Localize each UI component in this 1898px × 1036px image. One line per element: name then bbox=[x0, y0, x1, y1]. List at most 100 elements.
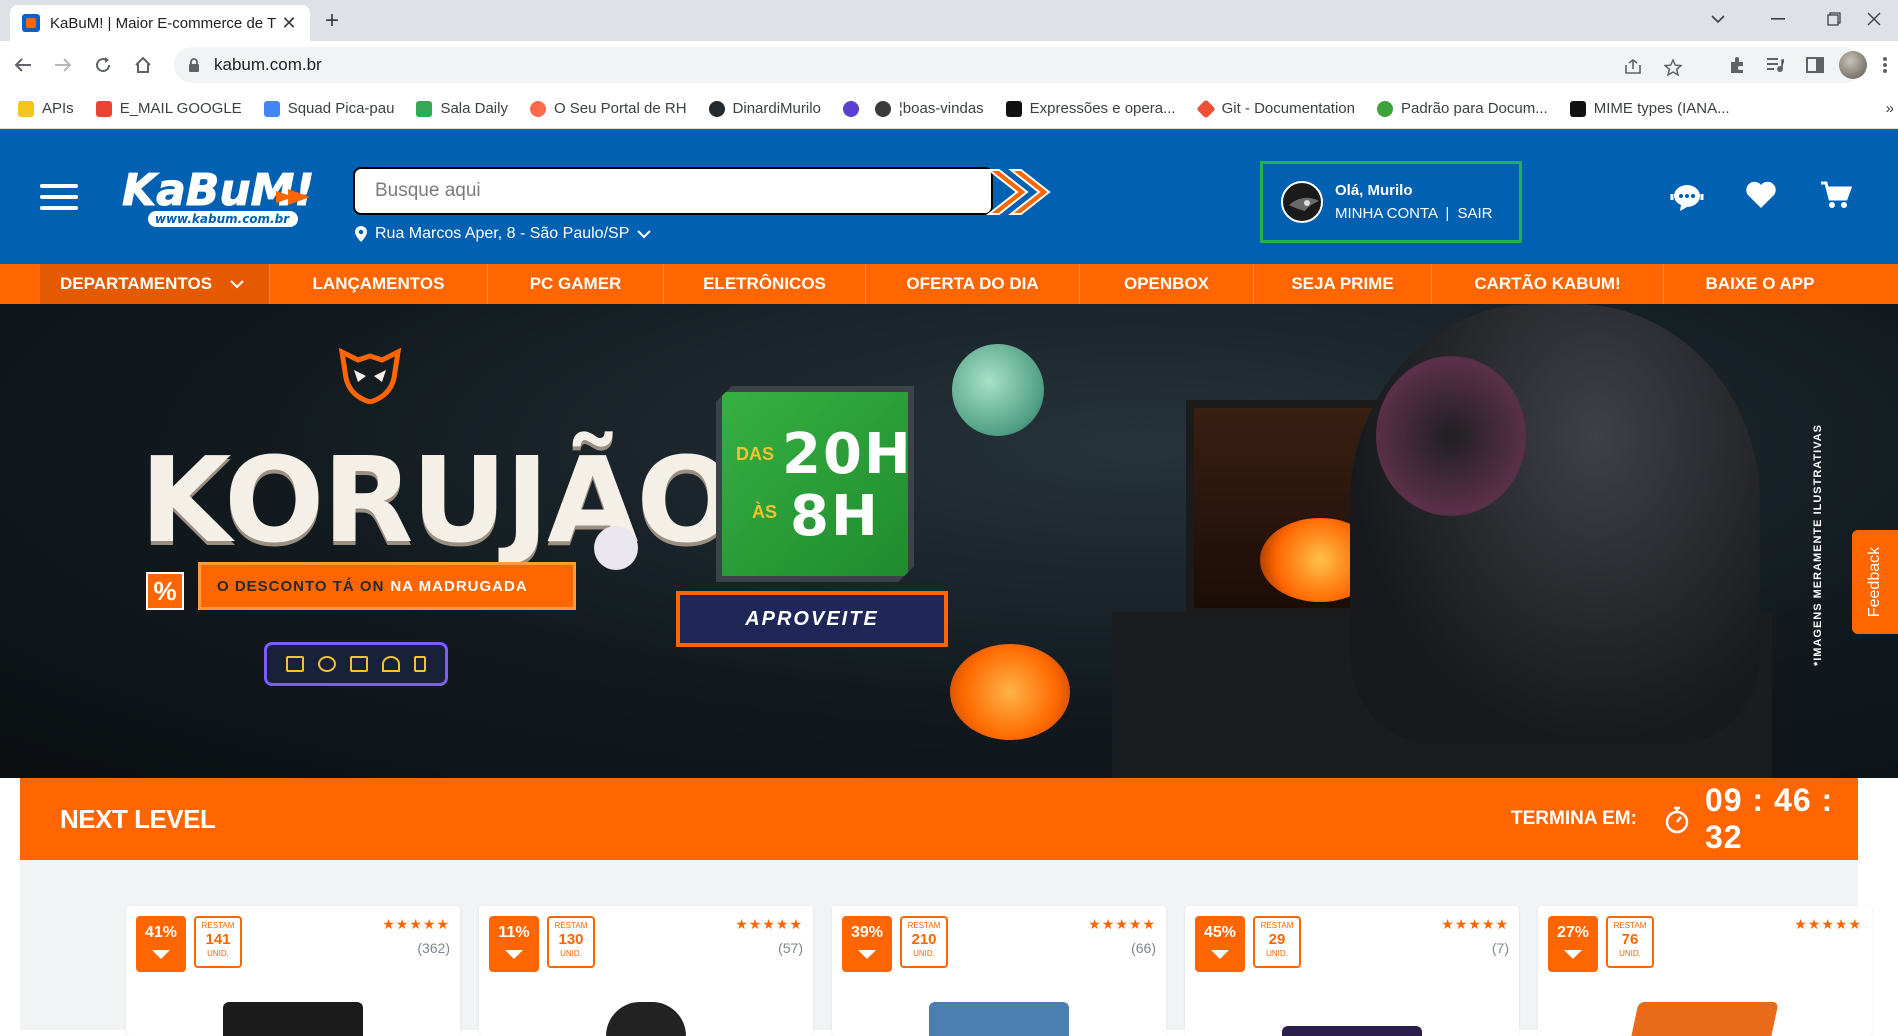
offer-header: NEXT LEVEL TERMINA EM: 09 : 46 : 32 bbox=[20, 778, 1858, 860]
cart-icon[interactable] bbox=[1820, 180, 1854, 214]
git-icon bbox=[1195, 98, 1216, 119]
subtitle-bold: O DESCONTO TÁ ON bbox=[217, 577, 385, 595]
address-bar[interactable]: kabum.com.br bbox=[174, 47, 1862, 83]
product-card[interactable]: 39% RESTAM 210 UNID. ★★★★★ (66) bbox=[832, 906, 1166, 1036]
feedback-tab[interactable]: Feedback bbox=[1852, 530, 1898, 634]
share-icon[interactable] bbox=[1624, 59, 1642, 75]
nav-item-baixe-o-app[interactable]: BAIXE O APP bbox=[1664, 264, 1856, 304]
github-icon bbox=[708, 100, 725, 117]
bookmark-item[interactable]: MIME types (IANA... bbox=[1569, 100, 1730, 117]
stock-badge: RESTAM 210 UNID. bbox=[900, 916, 948, 968]
rating-stars: ★★★★★ bbox=[1088, 916, 1156, 932]
bookmark-item[interactable]: Expressões e opera... bbox=[1005, 100, 1176, 117]
product-card[interactable]: 27% RESTAM 76 UNID. ★★★★★ bbox=[1538, 906, 1872, 1036]
bookmark-item[interactable]: E_MAIL GOOGLE bbox=[95, 100, 242, 117]
banner-subtitle: O DESCONTO TÁ ON NA MADRUGADA bbox=[198, 562, 576, 610]
more-bookmarks-button[interactable]: » bbox=[1886, 100, 1894, 117]
product-image[interactable] bbox=[1282, 1026, 1422, 1036]
nav-item-eletronicos[interactable]: ELETRÔNICOS bbox=[664, 264, 866, 304]
owl-logo-icon bbox=[338, 348, 402, 404]
search-arrow-button[interactable] bbox=[985, 164, 1057, 220]
product-image[interactable] bbox=[606, 1002, 686, 1036]
media-queue-icon[interactable] bbox=[1758, 48, 1792, 82]
device-icons-strip bbox=[264, 642, 448, 686]
home-icon[interactable] bbox=[126, 48, 160, 82]
bookmark-item[interactable]: O Seu Portal de RH bbox=[529, 100, 687, 117]
bookmark-item[interactable]: Git - Documentation bbox=[1195, 98, 1355, 119]
browser-tab[interactable]: KaBuM! | Maior E-commerce de T ✕ bbox=[10, 5, 310, 41]
review-count: (57) bbox=[778, 940, 803, 956]
bookmark-item[interactable]: Sala Daily bbox=[416, 100, 508, 117]
meet-icon bbox=[416, 100, 433, 117]
aproveite-button[interactable]: APROVEITE bbox=[676, 591, 948, 647]
delivery-location[interactable]: Rua Marcos Aper, 8 - São Paulo/SP bbox=[355, 225, 652, 243]
gmail-icon bbox=[95, 100, 112, 117]
extensions-icon[interactable] bbox=[1720, 48, 1754, 82]
back-icon[interactable] bbox=[6, 48, 40, 82]
nav-item-pc-gamer[interactable]: PC GAMER bbox=[488, 264, 664, 304]
nav-item-lancamentos[interactable]: LANÇAMENTOS bbox=[270, 264, 488, 304]
nav-departments[interactable]: DEPARTAMENTOS bbox=[40, 264, 270, 304]
url-text[interactable]: kabum.com.br bbox=[214, 55, 322, 75]
review-count: (7) bbox=[1491, 940, 1509, 956]
nav-item-seja-prime[interactable]: SEJA PRIME bbox=[1254, 264, 1432, 304]
discount-badge: 45% bbox=[1195, 916, 1245, 972]
feedback-label: Feedback bbox=[1866, 546, 1884, 618]
pumpkin-illustration bbox=[950, 644, 1070, 740]
forward-icon[interactable] bbox=[46, 48, 80, 82]
hero-banner[interactable]: KORUJÃO % O DESCONTO TÁ ON NA MADRUGADA … bbox=[0, 304, 1898, 778]
offer-countdown: 09 : 46 : 32 bbox=[1705, 782, 1834, 855]
my-account-link[interactable]: MINHA CONTA bbox=[1335, 205, 1437, 222]
product-image[interactable] bbox=[929, 1002, 1069, 1036]
menu-hamburger-icon[interactable] bbox=[40, 184, 78, 210]
calendar-icon bbox=[263, 100, 280, 117]
discount-badge: 39% bbox=[842, 916, 892, 972]
kabum-logo[interactable]: KaBuM! www.kabum.com.br bbox=[118, 159, 318, 233]
support-chat-icon[interactable] bbox=[1670, 180, 1704, 214]
discount-badge: 11% bbox=[489, 916, 539, 972]
bookmark-item[interactable]: DinardiMurilo bbox=[708, 100, 821, 117]
bookmark-item[interactable]: APIs bbox=[18, 100, 74, 117]
new-tab-button[interactable]: + bbox=[325, 9, 339, 33]
stock-badge: RESTAM 29 UNID. bbox=[1253, 916, 1301, 968]
discount-badge: 41% bbox=[136, 916, 186, 972]
time-to: 8H bbox=[790, 484, 880, 549]
search-input[interactable] bbox=[355, 180, 915, 202]
chrome-menu-icon[interactable] bbox=[1870, 48, 1898, 82]
rating-stars: ★★★★★ bbox=[1441, 916, 1509, 932]
logout-link[interactable]: SAIR bbox=[1457, 205, 1492, 222]
minimize-icon[interactable] bbox=[1750, 0, 1806, 38]
wifi-icon bbox=[382, 656, 400, 672]
product-image[interactable] bbox=[223, 1002, 363, 1036]
banner-disclaimer: *IMAGENS MERAMENTE ILUSTRATIVAS bbox=[1812, 424, 1824, 667]
nav-item-cartao-kabum[interactable]: CARTÃO KABUM! bbox=[1432, 264, 1664, 304]
browser-chrome: KaBuM! | Maior E-commerce de T ✕ + kabum… bbox=[0, 0, 1898, 129]
nav-item-oferta-do-dia[interactable]: OFERTA DO DIA bbox=[866, 264, 1080, 304]
favorites-heart-icon[interactable] bbox=[1745, 180, 1779, 214]
rating-stars: ★★★★★ bbox=[1794, 916, 1862, 932]
bookmark-star-icon[interactable] bbox=[1664, 59, 1682, 76]
reload-icon[interactable] bbox=[86, 48, 120, 82]
arrow-down-icon bbox=[858, 950, 876, 959]
side-panel-icon[interactable] bbox=[1798, 48, 1832, 82]
window-close-icon[interactable] bbox=[1850, 0, 1898, 38]
tab-search-icon[interactable] bbox=[1690, 0, 1746, 38]
tab-close-icon[interactable]: ✕ bbox=[280, 13, 298, 33]
product-card[interactable]: 11% RESTAM 130 UNID. ★★★★★ (57) bbox=[479, 906, 813, 1036]
bookmark-item[interactable]: Padrão para Docum... bbox=[1376, 100, 1548, 117]
bookmark-item[interactable]: ¦boas-vindas bbox=[874, 100, 984, 117]
bookmark-item[interactable]: Squad Pica-pau bbox=[263, 100, 394, 117]
lock-icon[interactable] bbox=[188, 57, 200, 73]
profile-avatar[interactable] bbox=[1836, 48, 1870, 82]
user-avatar[interactable] bbox=[1281, 181, 1323, 223]
account-separator: | bbox=[1445, 205, 1450, 222]
cpu-icon bbox=[318, 656, 336, 672]
bookmark-item[interactable] bbox=[842, 100, 867, 117]
product-image[interactable] bbox=[1631, 1002, 1779, 1036]
banner-title: KORUJÃO bbox=[140, 431, 737, 569]
nav-item-openbox[interactable]: OPENBOX bbox=[1080, 264, 1254, 304]
offer-title[interactable]: NEXT LEVEL bbox=[60, 804, 216, 835]
arrow-down-icon bbox=[505, 950, 523, 959]
product-card[interactable]: 41% RESTAM 141 UNID. ★★★★★ (362) bbox=[126, 906, 460, 1036]
product-card[interactable]: 45% RESTAM 29 UNID. ★★★★★ (7) bbox=[1185, 906, 1519, 1036]
